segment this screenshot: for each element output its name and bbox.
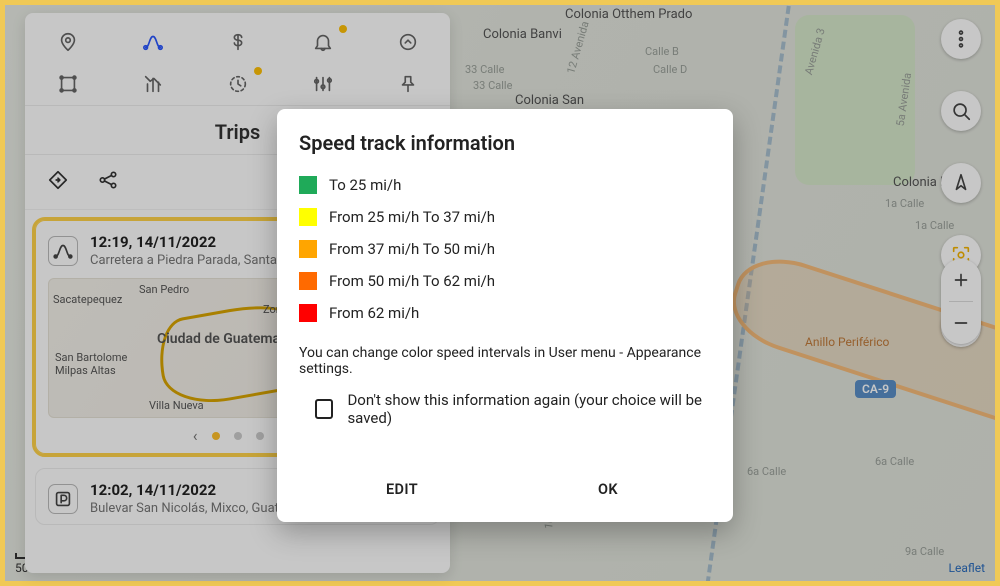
legend-swatch [299, 176, 317, 194]
dialog-title: Speed track information [299, 131, 711, 155]
legend-row: From 25 mi/h To 37 mi/h [299, 201, 711, 233]
speed-track-dialog: Speed track information To 25 mi/h From … [277, 109, 733, 522]
checkbox-box [315, 399, 333, 419]
legend-swatch [299, 304, 317, 322]
dont-show-again-checkbox[interactable]: Don't show this information again (your … [299, 391, 711, 427]
ok-button[interactable]: OK [505, 469, 711, 510]
checkbox-label: Don't show this information again (your … [347, 391, 711, 427]
legend-row: From 37 mi/h To 50 mi/h [299, 233, 711, 265]
legend-swatch [299, 240, 317, 258]
legend-row: To 25 mi/h [299, 169, 711, 201]
legend-row: From 62 mi/h [299, 297, 711, 329]
legend-label: From 50 mi/h To 62 mi/h [329, 272, 495, 290]
legend-swatch [299, 272, 317, 290]
legend-label: To 25 mi/h [329, 176, 401, 194]
edit-button[interactable]: Edit [299, 469, 505, 510]
legend-swatch [299, 208, 317, 226]
legend-label: From 62 mi/h [329, 304, 419, 322]
legend-label: From 37 mi/h To 50 mi/h [329, 240, 495, 258]
dialog-hint: You can change color speed intervals in … [299, 345, 711, 377]
legend-label: From 25 mi/h To 37 mi/h [329, 208, 495, 226]
legend-row: From 50 mi/h To 62 mi/h [299, 265, 711, 297]
